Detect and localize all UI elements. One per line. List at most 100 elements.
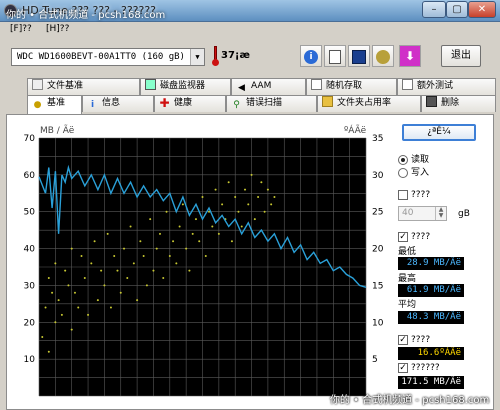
arrow-down-icon: ⬇: [404, 49, 416, 63]
tab-info[interactable]: i 信息: [82, 95, 154, 112]
left-tick-label: 20: [24, 318, 36, 328]
burst-rate-value: 171.5 MB/Ãë: [398, 376, 464, 389]
tab-label: 错误扫描: [246, 98, 283, 108]
access-time-point: [230, 240, 233, 243]
tab-random-access[interactable]: 随机存取: [306, 78, 397, 95]
download-button[interactable]: ⬇: [399, 45, 421, 67]
save-button[interactable]: [348, 45, 370, 67]
maximize-button[interactable]: ▢: [446, 1, 468, 18]
access-time-point: [217, 232, 220, 235]
access-time-point: [270, 203, 273, 206]
tab-health[interactable]: ✚ 健康: [154, 95, 226, 112]
read-radio[interactable]: 读取: [398, 154, 478, 166]
access-time-point: [145, 284, 148, 287]
access-time-point: [90, 262, 93, 265]
copy-icon: [329, 49, 341, 64]
avg-value: 48.3 MB/Ãë: [398, 311, 464, 324]
menu-help[interactable]: [H]??: [46, 24, 69, 34]
spinner-arrows[interactable]: ▲ ▼: [435, 207, 446, 220]
drive-select[interactable]: WDC WD1600BEVT-00A1TT0 (160 gB) ▼: [11, 48, 205, 66]
floppy-icon: [352, 49, 366, 64]
write-radio[interactable]: 写入: [398, 167, 478, 179]
wrench-icon: [376, 49, 390, 64]
access-time-point: [60, 313, 63, 316]
short-stroke-label: ????: [411, 190, 431, 200]
tab-error-scan[interactable]: ⚲ 错误扫描: [226, 95, 317, 112]
tab-erase[interactable]: 删除: [421, 95, 496, 112]
left-tick-label: 70: [24, 134, 36, 144]
access-time-point: [266, 188, 269, 191]
transfer-speed-checkbox[interactable]: ✓????: [398, 231, 478, 243]
access-time-point: [41, 336, 44, 339]
read-label: 读取: [411, 155, 430, 165]
tab-benchmark[interactable]: ● 基准: [27, 95, 82, 114]
access-time-point: [123, 247, 126, 250]
left-tick-label: 60: [24, 171, 36, 181]
access-time-point: [214, 188, 217, 191]
access-time-point: [116, 269, 119, 272]
min-value: 28.9 MB/Ãë: [398, 257, 464, 270]
checkbox-box: [398, 190, 408, 200]
access-time-checkbox[interactable]: ✓????: [398, 334, 478, 346]
close-button[interactable]: ✕: [468, 1, 496, 18]
minimize-button[interactable]: –: [422, 1, 446, 18]
info-icon: i: [304, 49, 318, 64]
tab-label: 基准: [47, 98, 66, 108]
access-time-point: [70, 247, 73, 250]
left-tick-label: 10: [24, 355, 36, 365]
access-time-point: [188, 269, 191, 272]
short-stroke-checkbox[interactable]: ????: [398, 189, 478, 201]
access-time-point: [129, 225, 132, 228]
access-time-point: [44, 306, 47, 309]
access-time-point: [77, 306, 80, 309]
access-time-point: [132, 262, 135, 265]
options-button[interactable]: [372, 45, 394, 67]
access-time-point: [234, 195, 237, 198]
access-time-point: [87, 313, 90, 316]
tab-label: 文件夹占用率: [337, 98, 392, 108]
tab-label: 额外测试: [417, 81, 454, 91]
right-tick-label: 15: [372, 281, 383, 291]
tab-aam[interactable]: ◀ AAM: [231, 78, 306, 95]
menu-file[interactable]: [F]??: [10, 24, 32, 34]
access-time-point: [96, 299, 99, 302]
tab-strip: 文件基准 磁盘监视器 ◀ AAM 随机存取 额外测试 ● 基准 i 信息 ✚ 健康 ⚲ 错…: [0, 78, 500, 114]
info-button[interactable]: i: [300, 45, 322, 67]
tab-file-benchmark[interactable]: 文件基准: [27, 78, 140, 95]
tab-label: 磁盘监视器: [160, 81, 206, 91]
max-value: 61.9 MB/Ãë: [398, 284, 464, 297]
access-time-point: [263, 210, 266, 213]
short-stroke-spinner[interactable]: 40 ▲ ▼: [398, 206, 447, 221]
right-tick-label: 35: [372, 134, 383, 144]
tab-extra-tests[interactable]: 额外测试: [397, 78, 496, 95]
access-time-point: [136, 299, 139, 302]
access-time-point: [244, 188, 247, 191]
burst-rate-checkbox[interactable]: ✓??????: [398, 362, 478, 374]
folder-icon: [322, 96, 333, 107]
benchmark-chart: 70 60 50 40 30 20 10 35 30 25 20 15 10 5: [24, 134, 384, 397]
checkbox-box: ✓: [398, 363, 408, 373]
start-test-button[interactable]: ¿ªÊ¼: [402, 124, 476, 141]
temperature-readout: 37¡æ: [221, 50, 250, 61]
copy-button[interactable]: [324, 45, 346, 67]
right-tick-label: 25: [372, 208, 383, 218]
access-time-point: [142, 254, 145, 257]
access-time-label: ????: [411, 335, 431, 345]
chevron-down-icon[interactable]: ▼: [190, 49, 204, 65]
access-time-point: [70, 328, 73, 331]
left-tick-label: 40: [24, 245, 36, 255]
access-time-point: [194, 218, 197, 221]
tab-disk-monitor[interactable]: 磁盘监视器: [140, 78, 231, 95]
access-time-point: [47, 277, 50, 280]
access-time-point: [181, 203, 184, 206]
access-time-point: [257, 195, 260, 198]
tab-folder-usage[interactable]: 文件夹占用率: [317, 95, 421, 112]
title-bar: HD Tune ??? ??? - ?????? 你的 • 合式机频道 - pc…: [0, 0, 500, 22]
left-tick-label: 30: [24, 281, 36, 291]
access-time-point: [106, 232, 109, 235]
access-time-point: [175, 262, 178, 265]
access-time-point: [204, 254, 207, 257]
access-time-point: [162, 277, 165, 280]
exit-button[interactable]: 退出: [441, 45, 481, 67]
access-time-point: [191, 232, 194, 235]
